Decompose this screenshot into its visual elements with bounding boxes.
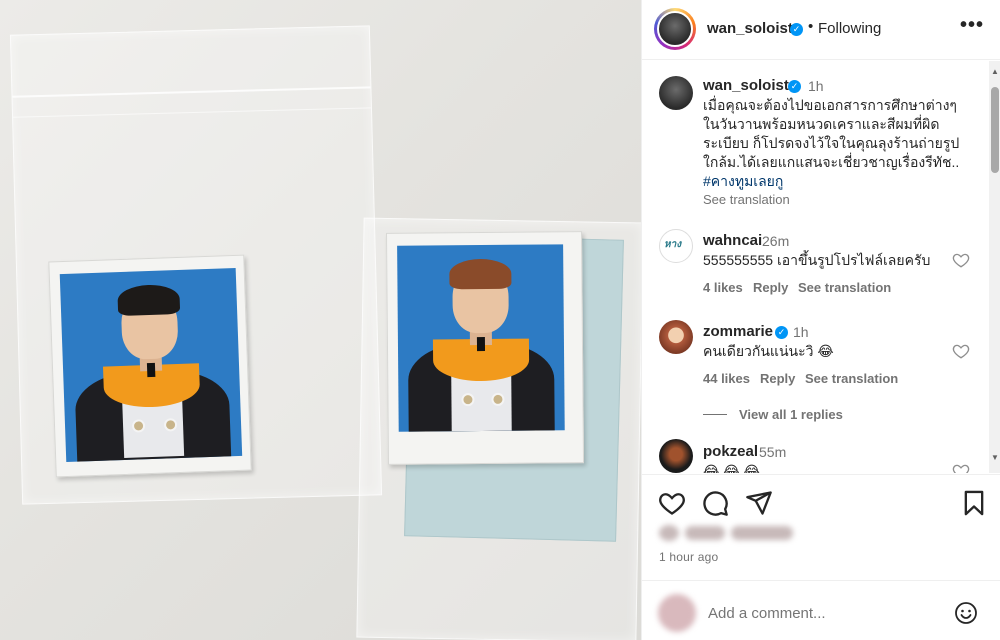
comment-heart-icon[interactable] xyxy=(952,462,970,473)
add-comment-input[interactable] xyxy=(708,605,938,622)
caption-see-translation[interactable]: See translation xyxy=(703,192,790,207)
scroll-up-icon[interactable]: ▲ xyxy=(991,67,999,76)
view-replies-button[interactable]: View all 1 replies xyxy=(739,407,843,422)
reply-button[interactable]: Reply xyxy=(753,280,788,295)
view-replies-line xyxy=(703,414,727,415)
author-username[interactable]: wan_soloist xyxy=(707,20,793,37)
reply-button[interactable]: Reply xyxy=(760,371,795,386)
comment-username[interactable]: wahncai xyxy=(703,232,762,249)
caption-avatar[interactable] xyxy=(659,76,693,110)
more-options-icon[interactable]: ••• xyxy=(960,14,984,37)
comment-username[interactable]: pokzeal xyxy=(703,443,758,460)
comment-time: 1h xyxy=(793,324,809,340)
caption-line: ในวันวานพร้อมหนวดเคราและสีผมที่ผิด xyxy=(703,116,940,132)
verified-badge-icon: ✓ xyxy=(790,23,803,36)
comment-text: คนเดียวกันแน่นะวิ 😂 xyxy=(703,343,834,359)
graduation-photo-after xyxy=(385,231,585,465)
comment-heart-icon[interactable] xyxy=(952,342,970,360)
separator-dot: • xyxy=(808,18,814,35)
following-button[interactable]: Following xyxy=(818,20,881,37)
caption-line: ใกล้ม.ได้เลยแกแสนจะเชี่ยวชาญเรื่องรีทัช.… xyxy=(703,154,960,170)
comment-icon[interactable] xyxy=(701,489,729,517)
comment-heart-icon[interactable] xyxy=(952,251,970,269)
caption-text: เมื่อคุณจะต้องไปขอเอกสารการศึกษาต่างๆ ใน… xyxy=(703,96,983,191)
comments-list[interactable]: wan_soloist ✓ 1h เมื่อคุณจะต้องไปขอเอกสา… xyxy=(642,61,1000,473)
author-avatar[interactable] xyxy=(654,8,696,50)
blurred-likes-count xyxy=(657,524,807,542)
comment-avatar[interactable] xyxy=(659,320,693,354)
scroll-down-icon[interactable]: ▼ xyxy=(991,453,999,462)
verified-badge-icon: ✓ xyxy=(788,80,801,93)
comment-text: 555555555 เอาขึ้นรูปโปรไฟล์เลยครับ xyxy=(703,252,931,268)
share-icon[interactable] xyxy=(745,489,773,517)
comment-avatar[interactable]: หาง xyxy=(659,229,693,263)
heart-icon[interactable] xyxy=(658,489,686,517)
caption-line: ระเบียบ ก็โปรดจงไว้ใจในคุณลุงร้านถ่ายรูป xyxy=(703,135,960,151)
see-translation-button[interactable]: See translation xyxy=(805,371,898,386)
comments-scrollbar[interactable]: ▲ ▼ xyxy=(989,61,1000,473)
graduation-photo-before xyxy=(48,254,252,478)
posted-time: 1 hour ago xyxy=(659,550,719,564)
post-side-panel: wan_soloist ✓ • Following ••• wan_solois… xyxy=(641,0,1000,640)
hashtag-link[interactable]: #คางทูมเลยกู xyxy=(703,172,983,191)
post-image[interactable] xyxy=(0,0,641,640)
comment-text: 😂 😂 😂 xyxy=(703,463,760,473)
comment-likes[interactable]: 4 likes xyxy=(703,280,743,295)
post-header: wan_soloist ✓ • Following ••• xyxy=(642,0,1000,60)
caption-line: เมื่อคุณจะต้องไปขอเอกสารการศึกษาต่างๆ xyxy=(703,97,957,113)
comment-time: 55m xyxy=(759,444,787,460)
scrollbar-thumb[interactable] xyxy=(991,87,999,173)
bookmark-icon[interactable] xyxy=(960,489,988,517)
verified-badge-icon: ✓ xyxy=(775,326,788,339)
caption-time: 1h xyxy=(808,78,824,94)
current-user-avatar xyxy=(658,594,696,632)
comment-avatar[interactable] xyxy=(659,439,693,473)
caption-username[interactable]: wan_soloist xyxy=(703,77,789,94)
comment-username[interactable]: zommarie xyxy=(703,323,773,340)
emoji-icon[interactable] xyxy=(954,601,978,625)
comment-likes[interactable]: 44 likes xyxy=(703,371,750,386)
comment-time: 26m xyxy=(762,233,790,249)
action-bar xyxy=(642,474,1000,530)
see-translation-button[interactable]: See translation xyxy=(798,280,891,295)
add-comment-row xyxy=(642,580,1000,640)
